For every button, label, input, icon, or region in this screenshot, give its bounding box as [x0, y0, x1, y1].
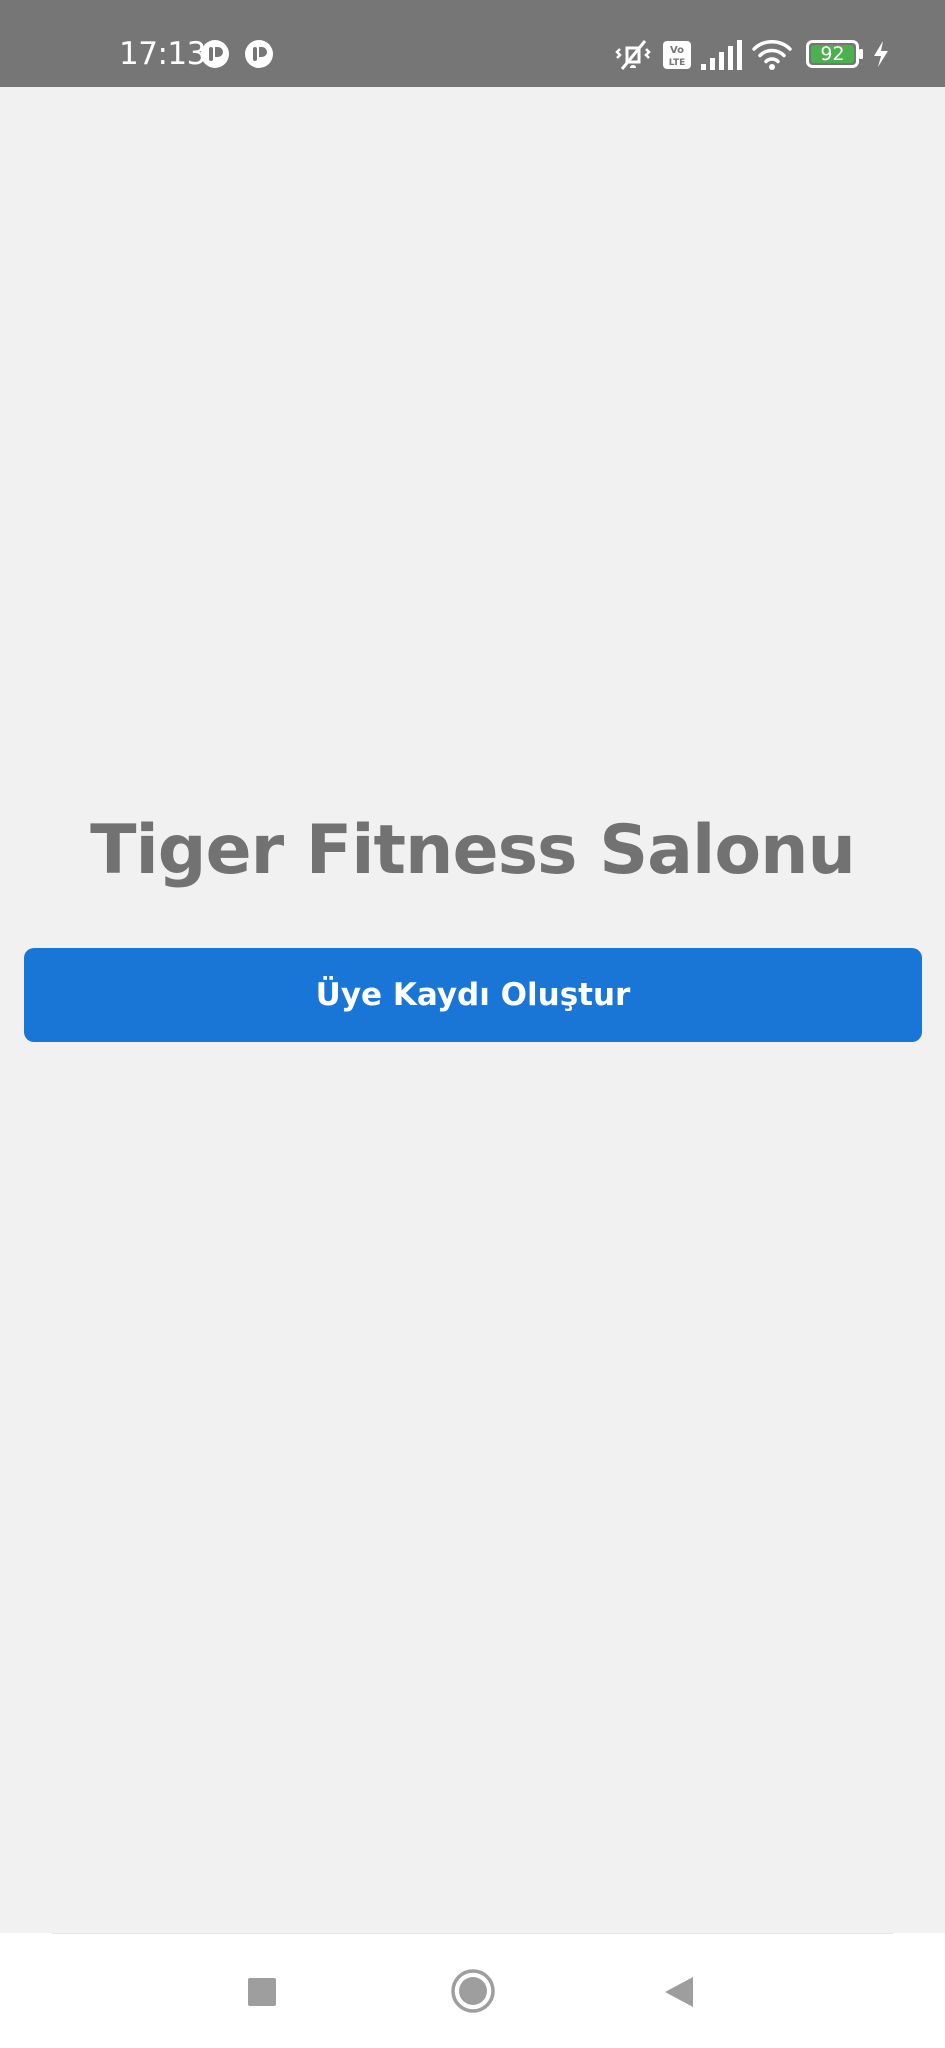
charging-bolt-icon [874, 41, 888, 67]
page-title: Tiger Fitness Salonu [90, 811, 856, 890]
notification-app-icon [245, 40, 273, 68]
navigation-bar [0, 1933, 945, 2048]
nav-divider [52, 1933, 893, 1934]
wifi-icon [752, 40, 792, 70]
signal-bars-icon [701, 40, 742, 70]
battery-icon: 92 [806, 40, 864, 68]
home-circle-icon[interactable] [450, 1968, 496, 2014]
back-triangle-icon[interactable] [662, 1975, 696, 2009]
svg-text:Vo: Vo [670, 45, 684, 56]
battery-level: 92 [820, 43, 845, 65]
notification-app-icon [201, 40, 229, 68]
svg-text:LTE: LTE [669, 58, 686, 68]
recents-square-icon[interactable] [247, 1977, 277, 2007]
create-member-button[interactable]: Üye Kaydı Oluştur [24, 948, 922, 1042]
status-bar: 17:13 Vo LTE 92 [0, 0, 945, 87]
volte-icon: Vo LTE [663, 41, 691, 69]
vibrate-off-icon [615, 40, 651, 70]
status-time: 17:13 [119, 36, 206, 72]
